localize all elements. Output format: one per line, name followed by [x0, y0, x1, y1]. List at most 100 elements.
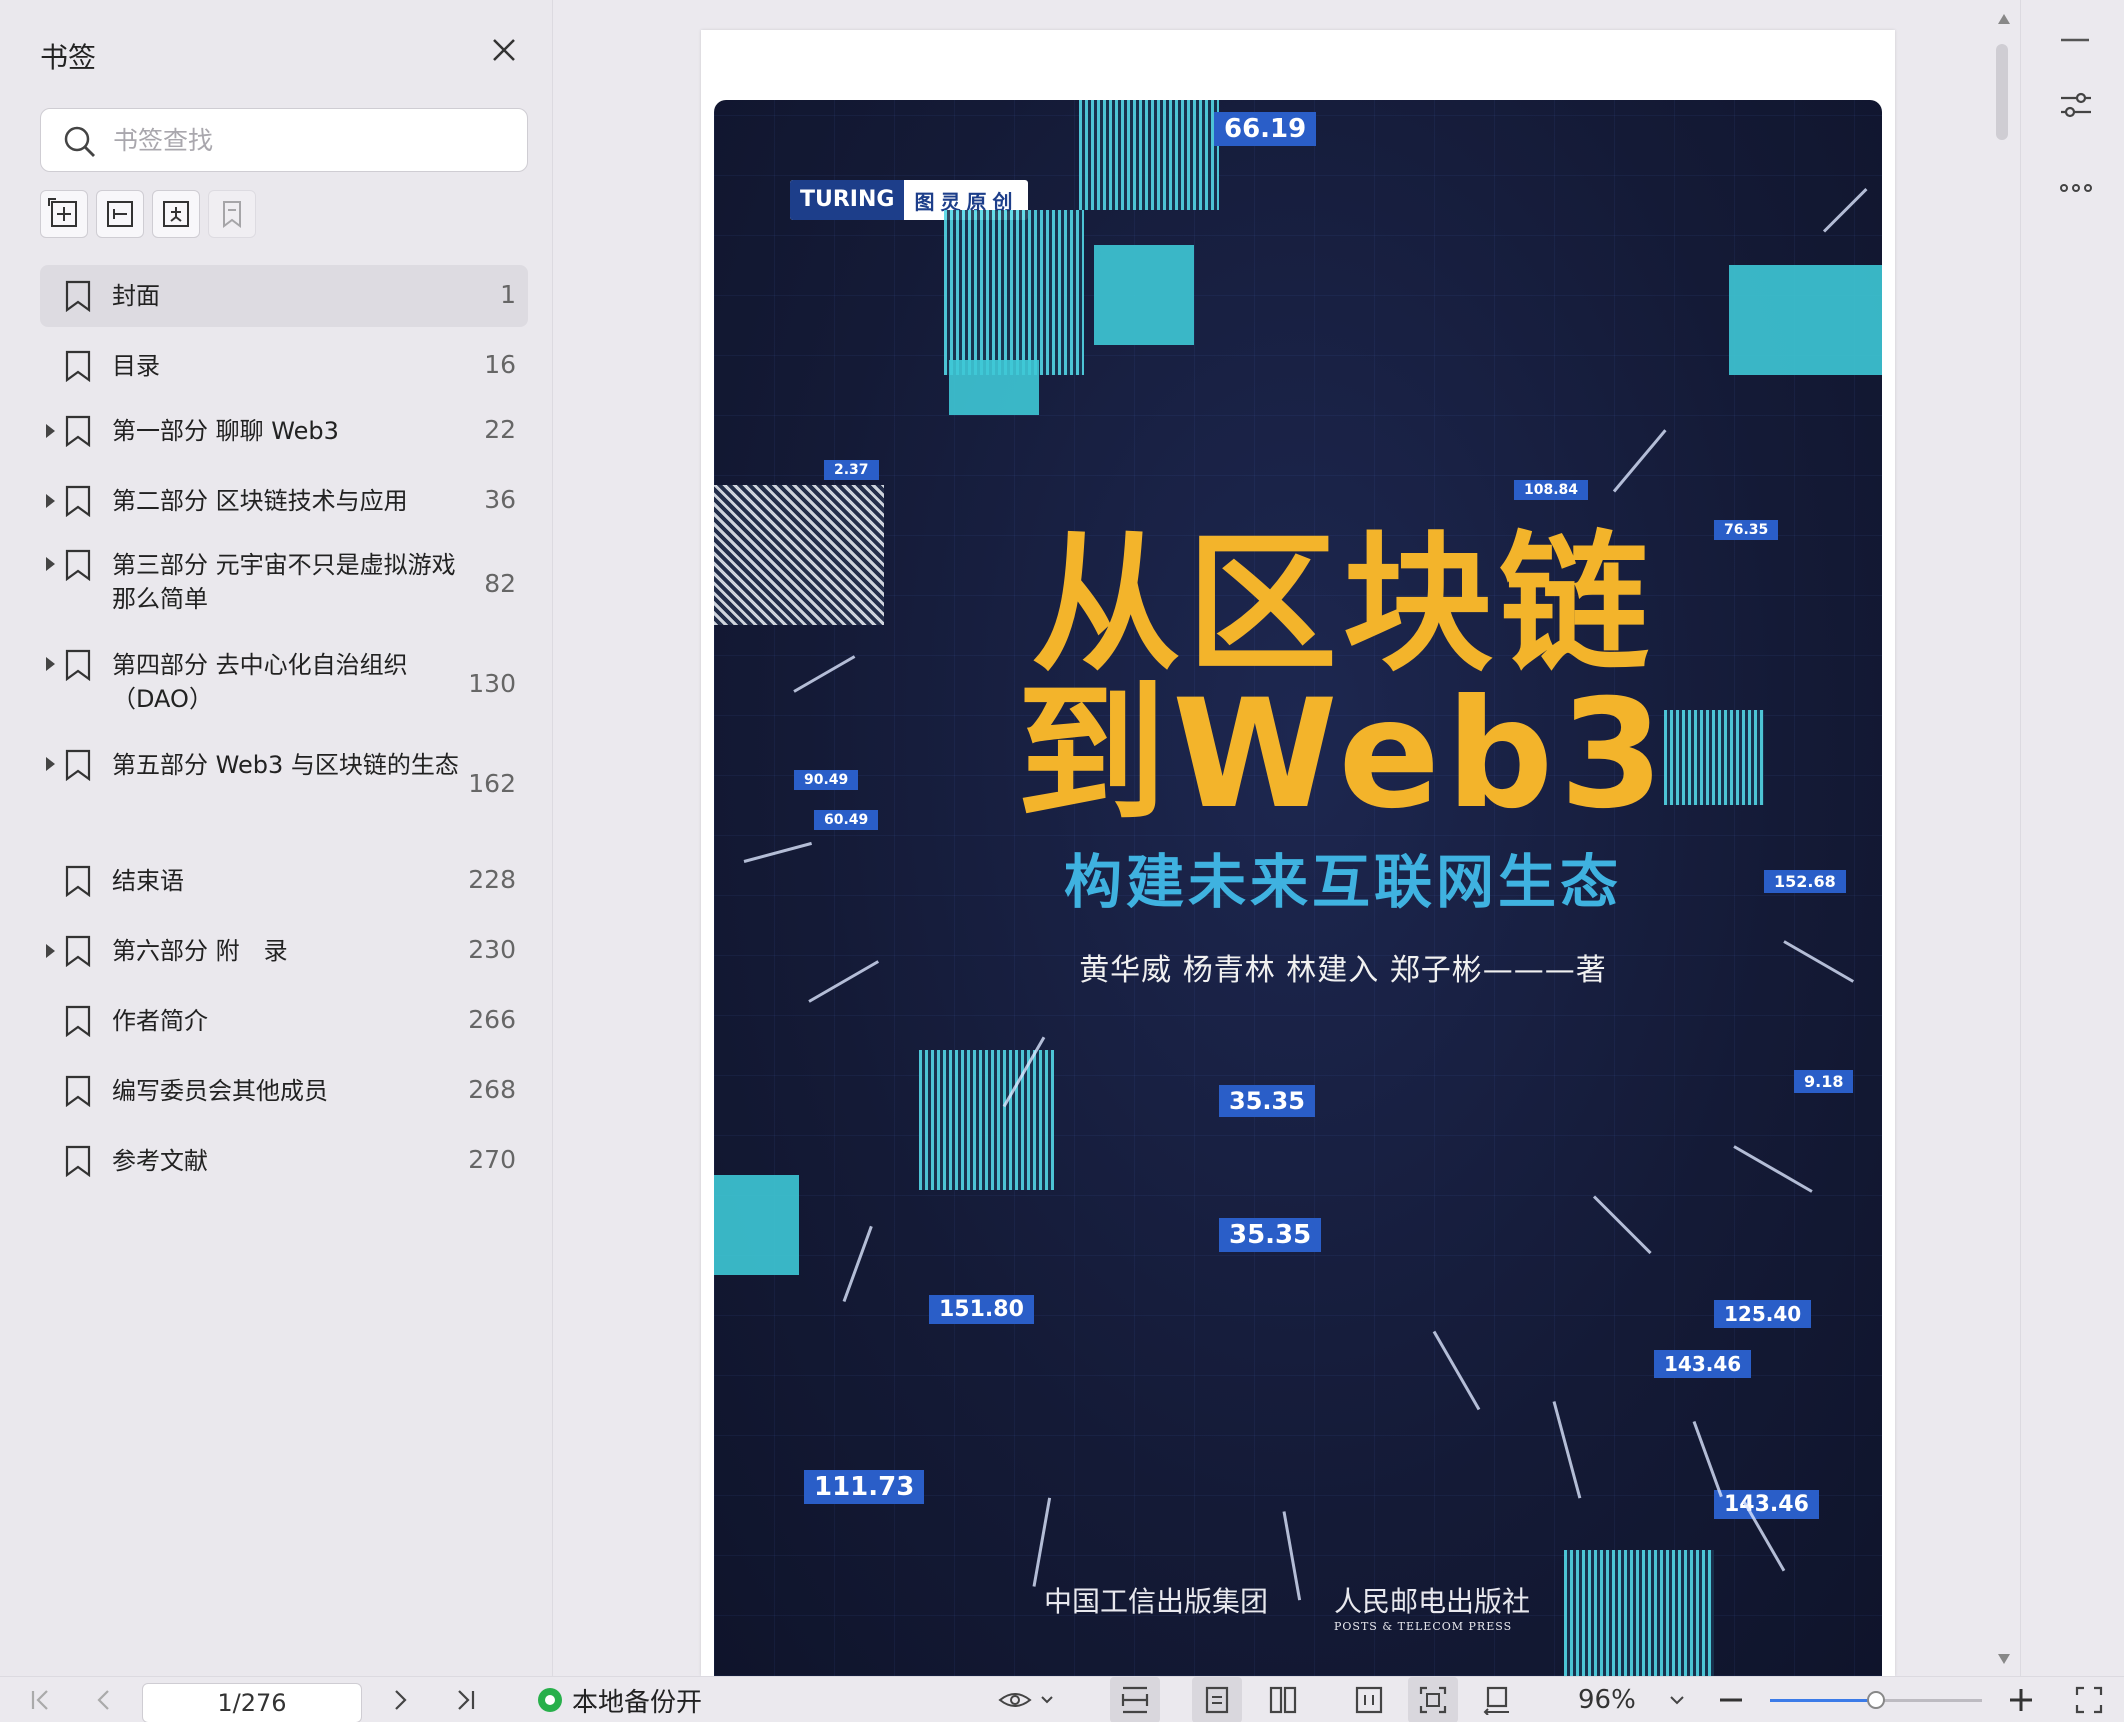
bookmark-label: 第五部分 Web3 与区块链的生态 [112, 751, 459, 779]
add-bookmark-button[interactable] [40, 190, 88, 238]
zoom-dropdown-button[interactable] [1664, 1677, 1690, 1722]
expand-arrow-icon[interactable] [46, 494, 55, 508]
vertical-scrollbar[interactable] [1990, 0, 2018, 1676]
bookmark-item[interactable]: 第五部分 Web3 与区块链的生态 162 [40, 740, 528, 830]
bookmark-sidebar: 书签 封面1目录16第一部分 聊聊 Web322第二部分 区块链技术与应用36第… [0, 0, 553, 1676]
fit-width-button[interactable] [1344, 1677, 1394, 1722]
expand-arrow-icon[interactable] [46, 657, 55, 671]
zoom-out-button[interactable] [1714, 1677, 1748, 1722]
scroll-up-arrow-icon[interactable] [1998, 14, 2010, 24]
eye-icon [998, 1693, 1053, 1707]
expand-arrow-icon[interactable] [46, 757, 55, 771]
continuous-scroll-icon [1121, 1686, 1149, 1714]
bookmark-item[interactable]: 目录 16 [40, 335, 528, 397]
bookmark-toolbar [40, 190, 256, 238]
bookmark-item[interactable]: 第二部分 区块链技术与应用 36 [40, 470, 528, 532]
cover-number-tag: 108.84 [1514, 480, 1589, 500]
two-page-button[interactable] [1258, 1677, 1308, 1722]
bookmark-icon [65, 1145, 91, 1181]
minimize-icon[interactable] [2059, 30, 2091, 54]
bookmark-page-number: 230 [468, 935, 516, 964]
zoom-slider[interactable] [1770, 1691, 1982, 1709]
bookmark-icon [65, 280, 91, 316]
more-options-icon[interactable] [2059, 180, 2093, 199]
single-page-icon [1205, 1686, 1229, 1714]
bookmark-label: 目录 [112, 352, 160, 380]
publisher-press-cn: 人民邮电出版社 [1334, 1585, 1531, 1618]
bookmark-icon [65, 865, 91, 901]
settings-sliders-icon[interactable] [2059, 88, 2093, 126]
cover-decoration-block [714, 1175, 799, 1275]
bookmark-label: 第四部分 去中心化自治组织（DAO） [112, 651, 408, 713]
bookmark-icon [65, 350, 91, 386]
cover-subtitle: 构建未来互联网生态 [1063, 848, 1622, 916]
expand-arrow-icon[interactable] [46, 944, 55, 958]
cover-decoration-block [1664, 710, 1764, 805]
bookmark-label: 第一部分 聊聊 Web3 [112, 417, 339, 445]
cover-decoration-block [1094, 245, 1194, 345]
expand-arrow-icon[interactable] [46, 424, 55, 438]
bookmark-page-number: 1 [500, 280, 516, 309]
read-mode-dropdown[interactable] [996, 1677, 1060, 1722]
zoom-level[interactable]: 96% [1578, 1677, 1636, 1722]
zoom-in-button[interactable] [2004, 1677, 2038, 1722]
cover-number-tag: 60.49 [814, 810, 879, 830]
cover-number-tag: 143.46 [1654, 1350, 1752, 1378]
bookmark-icon [65, 749, 91, 785]
publisher-group: 中国工信出版集团 [1044, 1585, 1269, 1618]
rotate-page-icon [1483, 1686, 1509, 1715]
next-page-button[interactable] [384, 1677, 418, 1722]
scroll-thumb[interactable] [1996, 44, 2008, 140]
book-cover-image: TURING 图灵原创 从区块链 到Web3 构建未来互联网生态 黄华威 杨青林… [714, 100, 1882, 1676]
fullscreen-button[interactable] [2070, 1677, 2108, 1722]
bookmark-item[interactable]: 第一部分 聊聊 Web3 22 [40, 400, 528, 462]
bookmark-item[interactable]: 作者简介 266 [40, 990, 528, 1052]
cover-number-tag: 2.37 [824, 460, 879, 480]
delete-bookmark-button[interactable] [208, 190, 256, 238]
prev-page-button[interactable] [86, 1677, 120, 1722]
bookmark-page-number: 268 [468, 1075, 516, 1104]
fit-page-button[interactable] [1408, 1677, 1458, 1722]
chevron-left-icon [97, 1690, 109, 1710]
bookmark-item[interactable]: 编写委员会其他成员 268 [40, 1060, 528, 1122]
cover-number-tag: 151.80 [929, 1295, 1034, 1324]
bookmark-icon [65, 649, 91, 685]
fullscreen-icon [2075, 1686, 2103, 1714]
close-icon[interactable] [488, 34, 520, 66]
bookmark-item[interactable]: 第六部分 附 录 230 [40, 920, 528, 982]
page-number-input[interactable] [142, 1683, 362, 1722]
bookmark-item[interactable]: 封面 1 [40, 265, 528, 327]
cover-number-tag: 125.40 [1714, 1300, 1812, 1328]
first-page-button[interactable] [24, 1677, 58, 1722]
cover-decoration-block [919, 1050, 1054, 1190]
local-backup-toggle[interactable]: 本地备份开 [538, 1677, 702, 1722]
bookmark-item[interactable]: 结束语 228 [40, 850, 528, 912]
bookmark-item[interactable]: 第四部分 去中心化自治组织（DAO） 130 [40, 640, 528, 730]
cover-decoration-line [1692, 1420, 1723, 1498]
insert-bookmark-button[interactable] [152, 190, 200, 238]
cover-decoration-block [1729, 265, 1882, 375]
zoom-slider-fill [1770, 1699, 1876, 1702]
document-view[interactable]: TURING 图灵原创 从区块链 到Web3 构建未来互联网生态 黄华威 杨青林… [554, 0, 2018, 1676]
cover-decoration-line [1032, 1497, 1052, 1587]
bookmark-search-box[interactable] [40, 108, 528, 172]
expand-arrow-icon[interactable] [46, 557, 55, 571]
cover-decoration-line [1733, 1145, 1813, 1193]
cover-number-tag: 152.68 [1764, 870, 1846, 893]
bookmark-item[interactable]: 参考文献 270 [40, 1130, 528, 1192]
bookmark-search-input[interactable] [113, 119, 513, 161]
cover-decoration-block [714, 485, 884, 625]
bookmark-page-number: 130 [468, 669, 516, 698]
publisher-press-en: POSTS & TELECOM PRESS [1334, 1620, 1513, 1633]
last-page-button[interactable] [448, 1677, 482, 1722]
add-sub-bookmark-button[interactable] [96, 190, 144, 238]
cover-decoration-block [944, 210, 1084, 375]
continuous-scroll-button[interactable] [1110, 1677, 1160, 1722]
bookmark-page-number: 22 [484, 415, 516, 444]
search-icon [64, 126, 95, 157]
scroll-down-arrow-icon[interactable] [1998, 1654, 2010, 1664]
bookmark-item[interactable]: 第三部分 元宇宙不只是虚拟游戏那么简单 82 [40, 540, 528, 630]
rotate-page-button[interactable] [1472, 1677, 1522, 1722]
zoom-slider-knob[interactable] [1867, 1691, 1885, 1709]
single-page-button[interactable] [1192, 1677, 1242, 1722]
